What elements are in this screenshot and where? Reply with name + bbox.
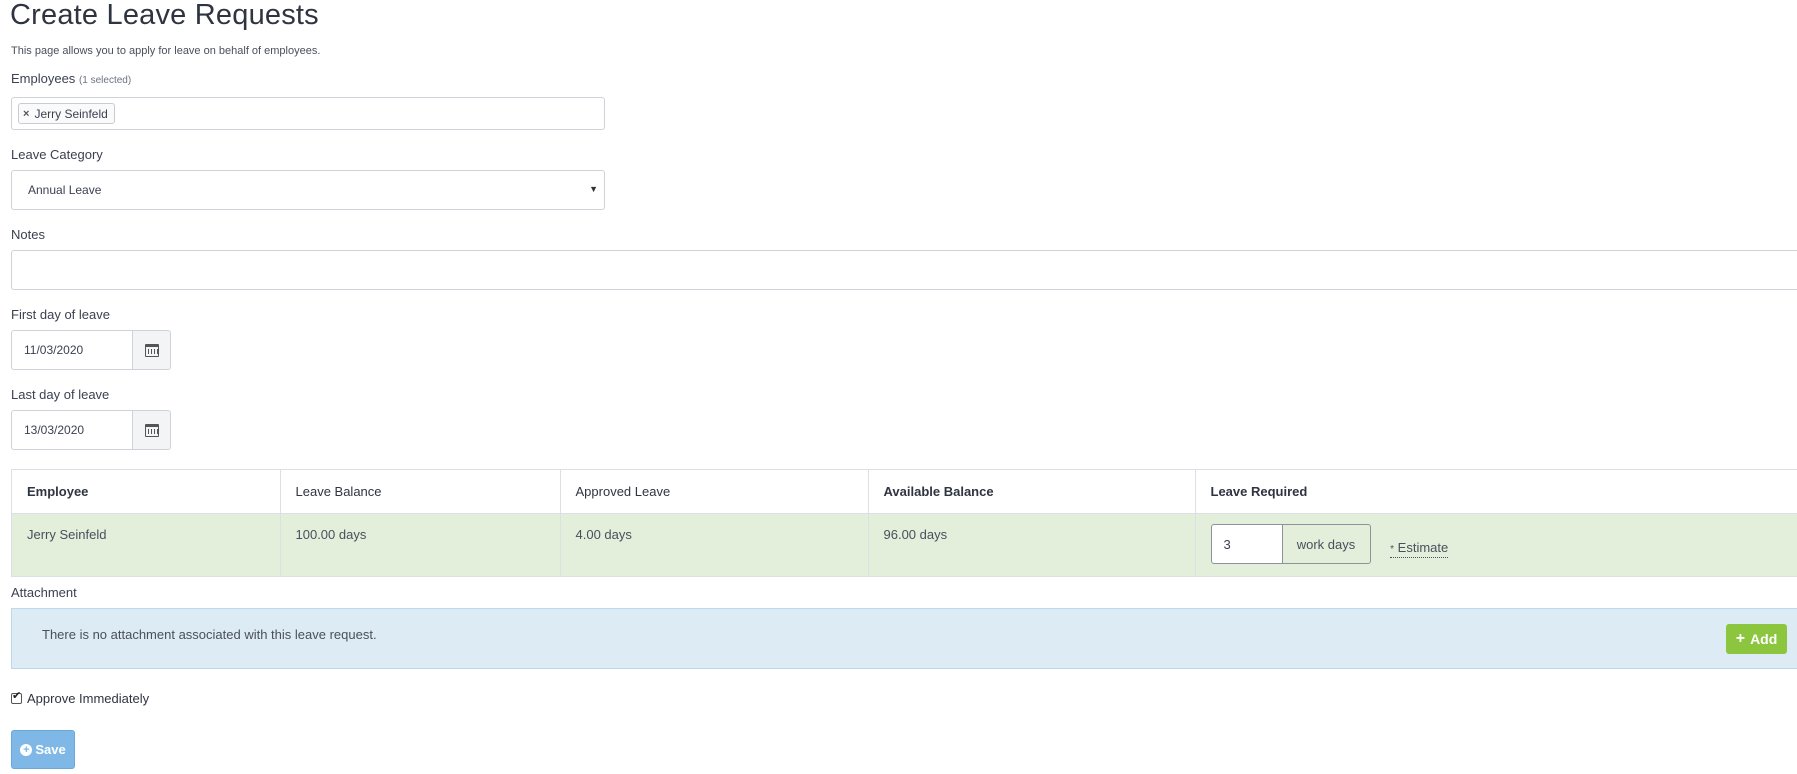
column-header-employee: Employee — [12, 470, 281, 514]
page-title: Create Leave Requests — [10, 0, 319, 31]
create-leave-requests-page: Create Leave Requests This page allows y… — [0, 0, 1797, 774]
page-subtitle: This page allows you to apply for leave … — [11, 45, 321, 57]
notes-label: Notes — [11, 227, 45, 242]
employees-select[interactable]: × Jerry Seinfeld — [11, 97, 605, 130]
column-header-available-balance: Available Balance — [868, 470, 1196, 514]
table-header-row: Employee Leave Balance Approved Leave Av… — [12, 470, 1797, 514]
employees-label: Employees (1 selected) — [11, 71, 131, 86]
last-day-group: 13/03/2020 — [11, 410, 171, 450]
last-day-input[interactable]: 13/03/2020 — [11, 410, 133, 450]
last-day-calendar-button[interactable] — [133, 410, 171, 450]
attachment-panel: There is no attachment associated with t… — [11, 608, 1797, 669]
first-day-label: First day of leave — [11, 307, 110, 322]
check-icon: ✔ — [12, 690, 22, 702]
leave-category-value: Annual Leave — [28, 183, 102, 197]
approve-immediately-row: ✔ Approve Immediately — [11, 690, 149, 706]
attachment-message: There is no attachment associated with t… — [42, 627, 377, 642]
cell-leave-balance: 100.00 days — [280, 513, 561, 576]
plus-circle-icon: + — [20, 743, 33, 756]
leave-category-select[interactable]: Annual Leave ▼ — [11, 170, 605, 210]
employees-count-note: (1 selected) — [78, 75, 132, 86]
estimate-star: * — [1390, 544, 1395, 555]
chevron-down-icon: ▼ — [589, 184, 598, 194]
leave-category-label: Leave Category — [11, 147, 103, 162]
leave-required-unit: work days — [1282, 524, 1371, 564]
cell-approved-leave: 4.00 days — [560, 513, 869, 576]
remove-chip-icon[interactable]: × — [23, 108, 29, 120]
employees-label-text: Employees — [11, 71, 76, 86]
notes-input[interactable] — [11, 250, 1797, 290]
leave-required-group: 3 work days — [1210, 524, 1371, 564]
add-attachment-button[interactable]: + Add — [1726, 624, 1787, 654]
first-day-input[interactable]: 11/03/2020 — [11, 330, 133, 370]
calendar-icon — [144, 343, 159, 357]
employee-chip-label: Jerry Seinfeld — [34, 106, 108, 121]
leave-required-input[interactable]: 3 — [1210, 524, 1283, 564]
estimate-link[interactable]: * Estimate — [1390, 540, 1449, 558]
cell-employee: Jerry Seinfeld — [12, 513, 281, 576]
save-button[interactable]: + Save — [11, 730, 75, 769]
employee-chip: × Jerry Seinfeld — [18, 103, 115, 124]
add-button-label: Add — [1750, 631, 1778, 647]
cell-available-balance: 96.00 days — [868, 513, 1196, 576]
approve-immediately-label[interactable]: Approve Immediately — [27, 691, 149, 706]
column-header-approved-leave: Approved Leave — [560, 470, 869, 514]
last-day-label: Last day of leave — [11, 387, 110, 402]
estimate-label: Estimate — [1397, 540, 1449, 555]
leave-summary-table: Employee Leave Balance Approved Leave Av… — [11, 469, 1797, 577]
first-day-group: 11/03/2020 — [11, 330, 171, 370]
plus-icon: + — [1735, 630, 1746, 647]
table-row: Jerry Seinfeld 100.00 days 4.00 days 96.… — [12, 513, 1797, 576]
column-header-leave-required: Leave Required — [1195, 470, 1797, 514]
approve-immediately-checkbox[interactable]: ✔ — [11, 690, 22, 704]
calendar-icon — [144, 423, 159, 437]
column-header-leave-balance: Leave Balance — [280, 470, 561, 514]
cell-leave-required: 3 work days * Estimate — [1195, 513, 1797, 576]
first-day-calendar-button[interactable] — [133, 330, 171, 370]
save-button-label: Save — [35, 742, 66, 757]
attachment-label: Attachment — [11, 585, 77, 600]
